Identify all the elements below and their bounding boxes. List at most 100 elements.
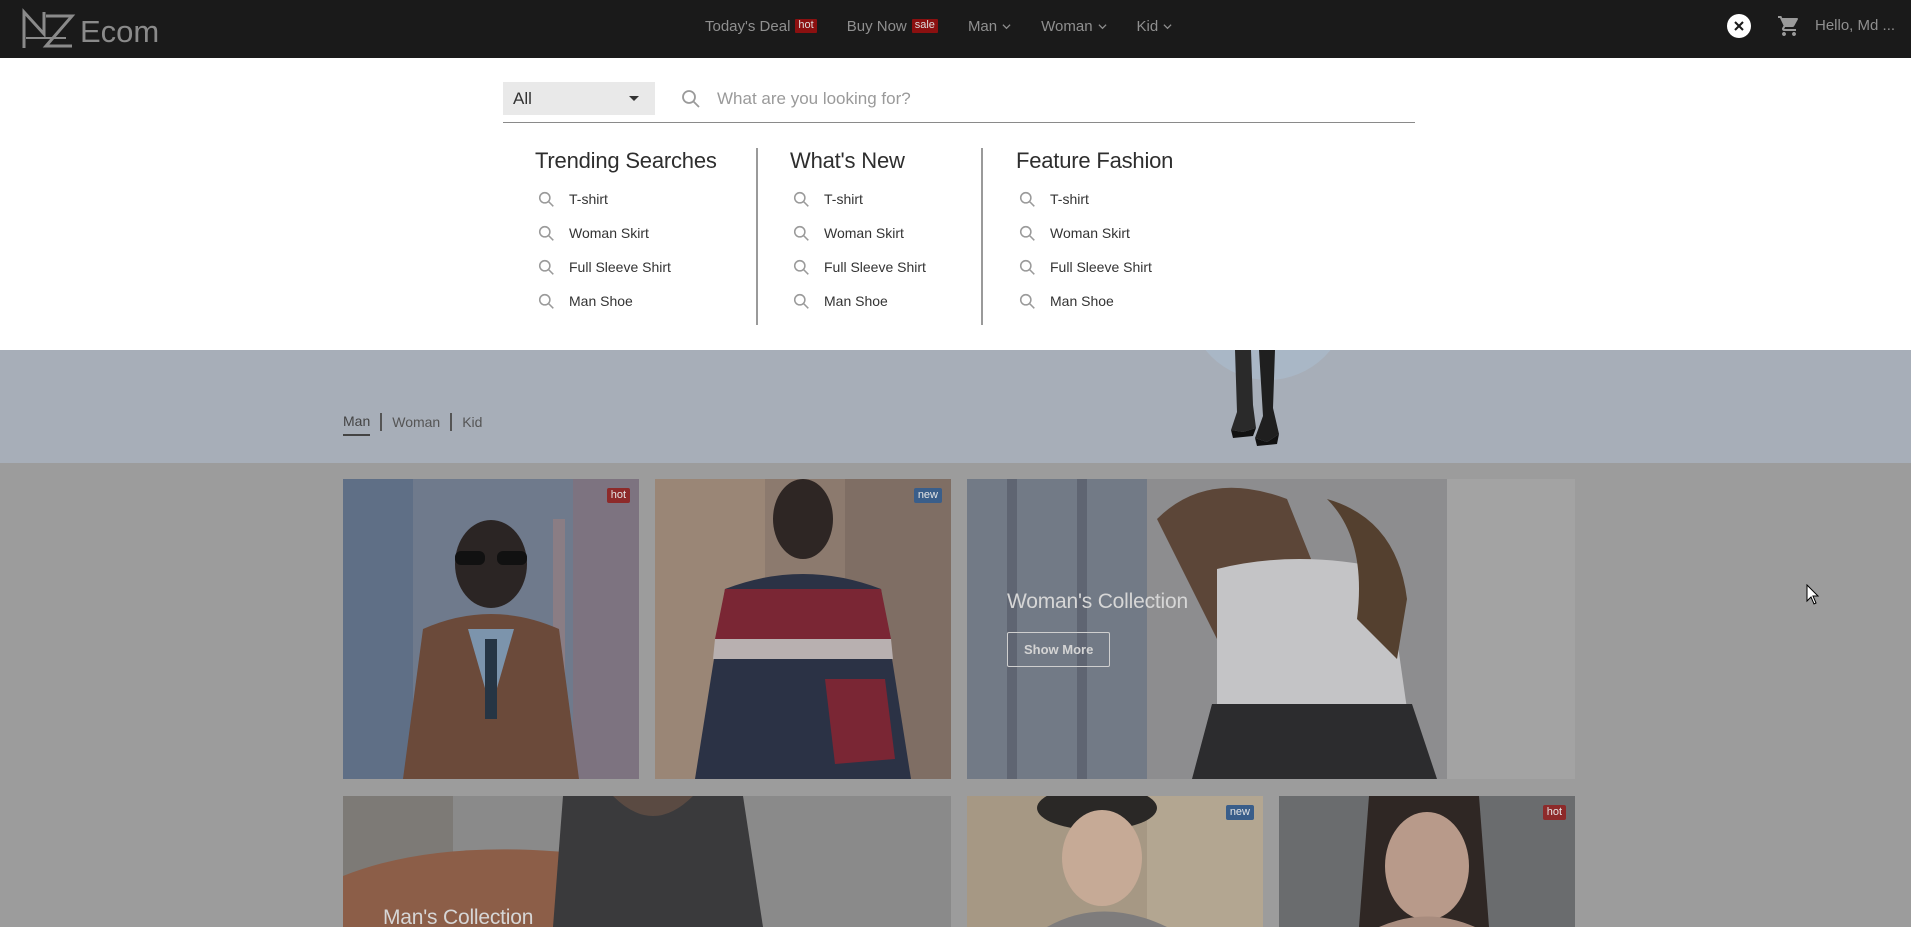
brand-logo[interactable]: Ecom [22,6,159,50]
whats-new-column: What's New T-shirt Woman Skirt Full Slee… [790,148,926,318]
new-badge: new [1225,805,1254,821]
suggestion-label: Full Sleeve Shirt [569,259,671,275]
search-icon [1019,259,1035,275]
column-title: What's New [790,148,905,173]
search-icon [1019,191,1035,207]
suggestion-label: Woman Skirt [824,225,904,241]
cart-icon[interactable] [1777,14,1801,38]
suggestion-label: Man Shoe [569,293,633,309]
search-icon [793,293,809,309]
mans-collection-card[interactable]: Man's Collection [343,796,951,927]
close-icon [1734,21,1744,31]
main-nav: Today's Deal hot Buy Now sale Man Woman … [705,0,1172,52]
caret-down-icon [629,96,639,101]
hot-badge: hot [606,488,630,504]
product-card-beret[interactable]: new [967,796,1263,927]
brand-name: Ecom [80,14,160,49]
womans-collection-card[interactable]: Woman's Collection Show More [967,479,1575,779]
nav-label: Kid [1136,17,1159,35]
collection-title: Man's Collection [383,906,534,927]
suggestion-label: Man Shoe [824,293,888,309]
search-bar: All [503,82,1415,123]
suggestion-item[interactable]: Woman Skirt [790,216,926,250]
search-icon [538,191,554,207]
product-image [655,479,951,779]
suggestion-item[interactable]: T-shirt [1016,182,1173,216]
suggestion-item[interactable]: Full Sleeve Shirt [535,250,717,284]
mz-logo-mark-icon [22,8,76,48]
search-icon [682,90,700,108]
tab-woman[interactable]: Woman [392,414,440,435]
sale-badge: sale [911,19,938,33]
suggestion-item[interactable]: Full Sleeve Shirt [790,250,926,284]
nav-todays-deal[interactable]: Today's Deal hot [705,18,817,35]
tab-separator [380,413,383,431]
suggestion-item[interactable]: Woman Skirt [1016,216,1173,250]
hot-badge: hot [1542,805,1566,821]
chevron-down-icon [1002,23,1011,29]
suggestion-label: Woman Skirt [1050,225,1130,241]
nav-label: Today's Deal [705,17,791,35]
product-image [967,796,1263,927]
suggestion-label: Man Shoe [1050,293,1114,309]
search-icon [1019,225,1035,241]
top-navbar: Ecom Today's Deal hot Buy Now sale Man W… [0,0,1911,58]
search-icon [538,293,554,309]
product-card-portrait[interactable]: hot [1279,796,1575,927]
suggestion-item[interactable]: Man Shoe [535,284,717,318]
tab-kid[interactable]: Kid [462,414,482,435]
close-search-button[interactable] [1727,14,1751,38]
search-icon [793,191,809,207]
product-card-leather-jacket[interactable]: hot [343,479,639,779]
product-grid-backdrop [0,463,1911,927]
hero-model-boots-image [1231,350,1279,446]
nav-label: Buy Now [846,17,907,35]
product-image [343,479,639,779]
nav-label: Woman [1041,17,1093,35]
user-greeting[interactable]: Hello, Md ... [1815,17,1895,34]
suggestion-label: Full Sleeve Shirt [1050,259,1152,275]
nav-buy-now[interactable]: Buy Now sale [847,18,938,35]
suggestion-label: T-shirt [824,191,863,207]
nav-woman[interactable]: Woman [1041,17,1107,35]
suggestion-item[interactable]: Man Shoe [1016,284,1173,318]
search-icon [793,259,809,275]
collection-title: Woman's Collection [1007,590,1188,613]
nav-kid[interactable]: Kid [1137,18,1173,35]
hero-banner-dimmed [0,350,1911,463]
suggestion-item[interactable]: Man Shoe [790,284,926,318]
mouse-cursor-icon [1806,584,1820,605]
search-panel: All Trending Searches T-shirt Woman Skir… [0,58,1911,350]
search-icon [793,225,809,241]
suggestion-item[interactable]: T-shirt [535,182,717,216]
new-badge: new [913,488,942,504]
chevron-down-icon [1163,23,1172,29]
suggestion-label: Woman Skirt [569,225,649,241]
search-icon [538,225,554,241]
category-value: All [513,88,532,108]
suggestion-item[interactable]: T-shirt [790,182,926,216]
chevron-down-icon [1098,23,1107,29]
product-image [1279,796,1575,927]
show-more-button[interactable]: Show More [1007,632,1111,667]
suggestion-label: Full Sleeve Shirt [824,259,926,275]
nav-man[interactable]: Man [968,18,1011,35]
search-icon [538,259,554,275]
column-divider [756,148,758,325]
tab-separator [450,413,453,431]
search-input[interactable] [717,84,1407,114]
suggestion-label: T-shirt [1050,191,1089,207]
column-title: Trending Searches [535,148,717,173]
feature-fashion-column: Feature Fashion T-shirt Woman Skirt Full… [1016,148,1173,318]
hot-badge: hot [795,19,817,33]
trending-searches-column: Trending Searches T-shirt Woman Skirt Fu… [535,148,717,318]
product-card-windbreaker[interactable]: new [655,479,951,779]
tab-man[interactable]: Man [343,413,371,436]
suggestion-label: T-shirt [569,191,608,207]
suggestion-item[interactable]: Woman Skirt [535,216,717,250]
nav-label: Man [967,17,998,35]
category-tabs: Man Woman Kid [343,413,482,436]
suggestion-item[interactable]: Full Sleeve Shirt [1016,250,1173,284]
category-select[interactable]: All [503,82,655,115]
column-divider [981,148,983,325]
